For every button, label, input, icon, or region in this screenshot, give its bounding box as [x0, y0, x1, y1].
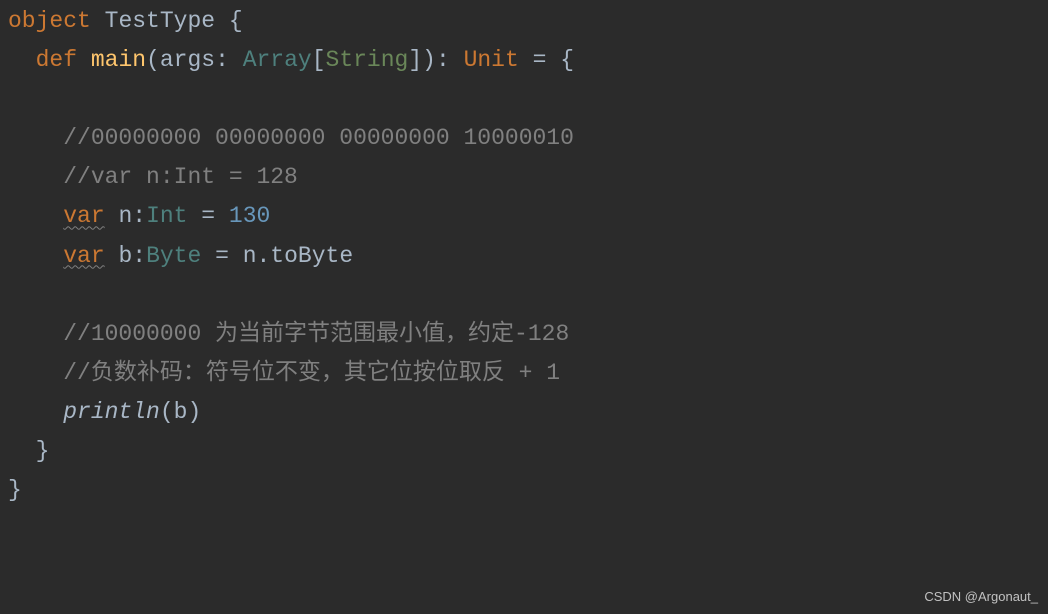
object-name: TestType [105, 8, 215, 34]
comment-range: //10000000 为当前字节范围最小值，约定-128 [63, 321, 569, 347]
watermark-text: CSDN @Argonaut_ [924, 586, 1038, 608]
line-1: object TestType { [8, 8, 243, 34]
brace-open: { [215, 8, 243, 34]
brace-close-outer: } [8, 477, 22, 503]
line-13: } [8, 477, 22, 503]
expr-tobyte: n.toByte [243, 243, 353, 269]
type-string: String [326, 47, 409, 73]
line-9: //10000000 为当前字节范围最小值，约定-128 [8, 321, 569, 347]
comment-binary: //00000000 00000000 00000000 10000010 [63, 125, 574, 151]
line-5: //var n:Int = 128 [8, 164, 298, 190]
comment-var128: //var n:Int = 128 [63, 164, 298, 190]
func-println: println [63, 399, 160, 425]
code-block: object TestType { def main(args: Array[S… [8, 2, 1040, 510]
type-byte: Byte [146, 243, 201, 269]
line-6: var n:Int = 130 [8, 203, 270, 229]
type-int: Int [146, 203, 187, 229]
keyword-var-1: var [63, 203, 104, 229]
number-130: 130 [229, 203, 270, 229]
line-4: //00000000 00000000 00000000 10000010 [8, 125, 574, 151]
var-b: b [105, 243, 133, 269]
line-7: var b:Byte = n.toByte [8, 243, 353, 269]
method-name: main [77, 47, 146, 73]
comment-complement: //负数补码：符号位不变，其它位按位取反 + 1 [63, 360, 560, 386]
brace-close-inner: } [36, 438, 50, 464]
line-11: println(b) [8, 399, 201, 425]
arg-b: b [174, 399, 188, 425]
line-10: //负数补码：符号位不变，其它位按位取反 + 1 [8, 360, 560, 386]
type-unit: Unit [464, 47, 519, 73]
param-name: args [160, 47, 215, 73]
type-array: Array [243, 47, 312, 73]
var-n: n [105, 203, 133, 229]
keyword-var-2: var [63, 243, 104, 269]
line-2: def main(args: Array[String]): Unit = { [8, 47, 574, 73]
line-12: } [8, 438, 49, 464]
keyword-def: def [36, 47, 77, 73]
keyword-object: object [8, 8, 91, 34]
